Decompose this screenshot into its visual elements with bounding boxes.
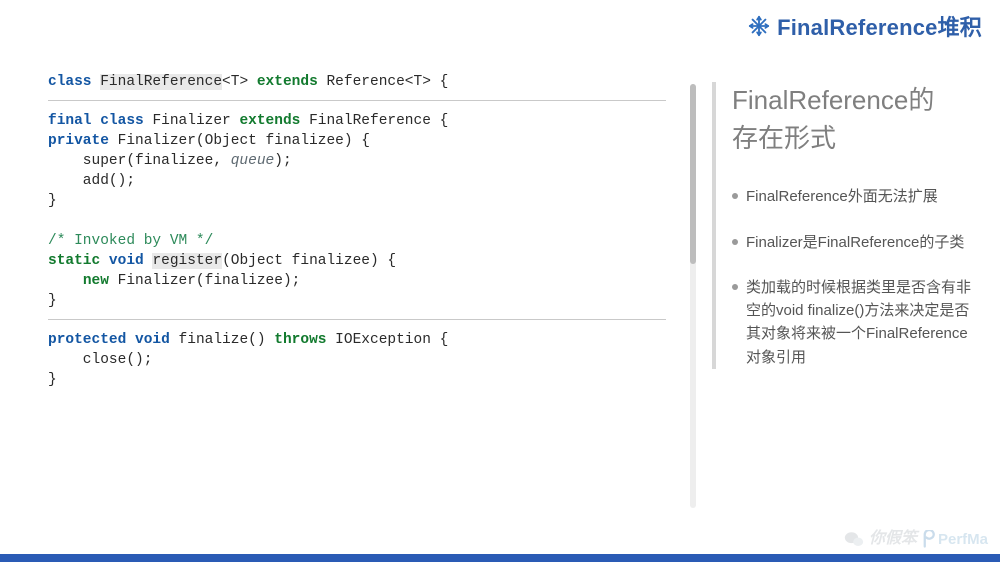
- keyword: private: [48, 133, 109, 149]
- watermark: 你假笨 PerfMa: [844, 524, 988, 548]
- keyword: void: [109, 253, 144, 269]
- keyword: class: [92, 113, 153, 129]
- vertical-scrollbar[interactable]: [690, 84, 696, 508]
- heading-line2: 存在形式: [732, 123, 836, 153]
- content-area: class FinalReference<T> extends Referenc…: [0, 72, 1000, 532]
- italic-token: queue: [231, 153, 275, 169]
- code-text: [126, 332, 135, 348]
- code-block-1: class FinalReference<T> extends Referenc…: [48, 72, 666, 92]
- logo-text: PerfMa: [938, 531, 988, 548]
- code-text: [100, 253, 109, 269]
- code-text: close();: [48, 352, 152, 368]
- keyword: void: [135, 332, 170, 348]
- code-text: (Object finalizee) {: [222, 253, 396, 269]
- code-text: }: [48, 372, 57, 388]
- keyword: static: [48, 253, 100, 269]
- page-header: FinalReference堆积: [0, 10, 1000, 42]
- logo-mark-icon: [921, 530, 936, 548]
- code-text: super(finalizee,: [48, 153, 231, 169]
- code-text: <T>: [222, 74, 257, 90]
- bottom-accent-bar: [0, 554, 1000, 562]
- code-comment: /* Invoked by VM */: [48, 233, 213, 249]
- bullet-list: FinalReference外面无法扩展 Finalizer是FinalRefe…: [732, 185, 974, 369]
- keyword: protected: [48, 332, 126, 348]
- code-text: add();: [48, 173, 135, 189]
- slide: { "header": { "title": "FinalReference堆积…: [0, 0, 1000, 562]
- code-text: Finalizer(finalizee);: [109, 273, 300, 289]
- code-text: }: [48, 193, 57, 209]
- code-block-2: final class Finalizer extends FinalRefer…: [48, 111, 666, 311]
- code-text: Finalizer: [152, 113, 239, 129]
- highlight-token: register: [152, 253, 222, 269]
- highlight-token: FinalReference: [100, 74, 222, 90]
- keyword: extends: [257, 74, 318, 90]
- code-column: class FinalReference<T> extends Referenc…: [0, 72, 680, 532]
- code-block-3: protected void finalize() throws IOExcep…: [48, 330, 666, 390]
- code-text: FinalReference {: [300, 113, 448, 129]
- keyword: final: [48, 113, 92, 129]
- code-text: Finalizer(Object finalizee) {: [109, 133, 370, 149]
- watermark-logo: PerfMa: [921, 530, 988, 548]
- wechat-icon: [844, 531, 864, 548]
- scrollbar-thumb[interactable]: [690, 84, 696, 264]
- page-title: FinalReference堆积: [777, 10, 982, 42]
- summary-inner: FinalReference的 存在形式 FinalReference外面无法扩…: [712, 82, 974, 369]
- code-text: Reference<T> {: [318, 74, 449, 90]
- code-text: );: [274, 153, 291, 169]
- keyword: throws: [274, 332, 326, 348]
- snowflake-icon: [748, 15, 770, 37]
- keyword: new: [83, 273, 109, 289]
- keyword: extends: [239, 113, 300, 129]
- summary-heading: FinalReference的 存在形式: [732, 82, 974, 157]
- keyword: class: [48, 74, 100, 90]
- watermark-text: 你假笨: [869, 524, 917, 548]
- code-separator: [48, 319, 666, 320]
- code-text: IOException {: [326, 332, 448, 348]
- heading-line1: FinalReference的: [732, 85, 934, 115]
- code-text: [48, 273, 83, 289]
- code-text: }: [48, 293, 57, 309]
- code-text: finalize(): [170, 332, 274, 348]
- list-item: 类加载的时候根据类里是否含有非空的void finalize()方法来决定是否其…: [732, 276, 974, 369]
- list-item: Finalizer是FinalReference的子类: [732, 231, 974, 254]
- summary-column: FinalReference的 存在形式 FinalReference外面无法扩…: [706, 72, 1000, 532]
- code-separator: [48, 100, 666, 101]
- list-item: FinalReference外面无法扩展: [732, 185, 974, 208]
